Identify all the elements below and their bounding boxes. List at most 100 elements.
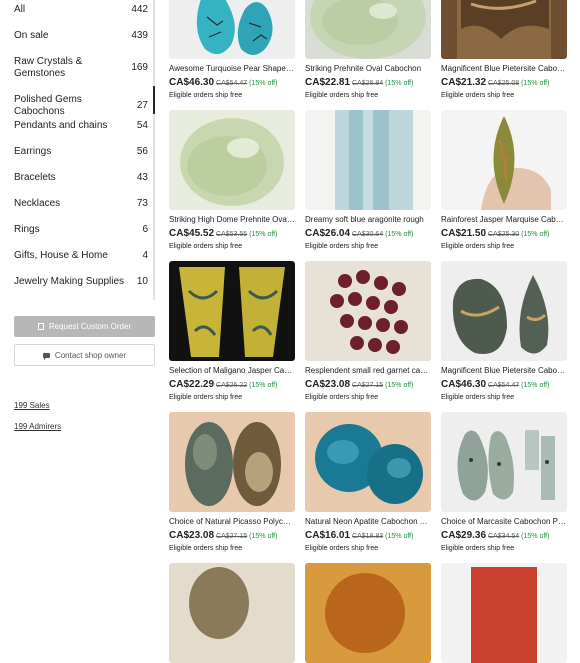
sidebar-item-count: 6 [142,224,148,235]
listing-title[interactable]: Rainforest Jasper Marquise Cabochon [441,215,567,225]
sidebar-item-count: 10 [136,276,148,287]
listing-title[interactable]: Choice of Marcasite Cabochon Pairs [441,517,567,527]
sidebar-item-count: 56 [136,146,148,157]
listing-image[interactable] [169,110,295,210]
sales-link[interactable]: 199 Sales [14,401,50,410]
request-custom-order-label: Request Custom Order [48,322,132,331]
listing-original-price: CA$26.22 [216,382,248,389]
listing-title[interactable]: Natural Neon Apatite Cabochon Pair [305,517,431,527]
admirers-link[interactable]: 199 Admirers [14,422,61,431]
listing-card[interactable]: Dreamy soft blue aragonite rough CA$26.0… [305,110,431,252]
listing-discount: (15% off) [521,533,550,540]
sidebar-item-all[interactable]: All 442 [14,4,148,16]
shop-sidebar: All 442 On sale 439 Raw Crystals & Gemst… [0,0,156,580]
sidebar-item-label: Polished Gems Cabochons [14,94,82,117]
listing-discount: (15% off) [249,533,278,540]
sidebar-divider [153,0,155,300]
listing-discount: (15% off) [249,382,278,389]
listing-price: CA$29.36 [441,530,487,541]
listing-title[interactable]: Striking High Dome Prehnite Oval Cabocho… [169,215,295,225]
listing-shipping-note: Eligible orders ship free [169,545,243,552]
listing-image[interactable] [169,261,295,361]
listing-price: CA$23.08 [169,530,215,541]
sidebar-item-label: All [14,4,26,15]
sidebar-item-rings[interactable]: Rings 6 [14,224,148,236]
listing-card[interactable]: Striking High Dome Prehnite Oval Cabocho… [169,110,295,252]
listing-price: CA$21.32 [441,77,487,88]
listing-image[interactable] [305,110,431,210]
sidebar-item-count: 439 [131,30,148,41]
sidebar-item-gifts-home[interactable]: Gifts, House & Home 4 [14,250,148,262]
listing-discount: (15% off) [521,80,550,87]
listing-shipping-note: Eligible orders ship free [441,545,515,552]
listing-price: CA$22.29 [169,379,215,390]
listing-card[interactable]: Choice of Natural Picasso Polychrome Jas… [169,412,295,554]
listing-card[interactable]: Natural Neon Apatite Cabochon Pair CA$16… [305,412,431,554]
sidebar-item-label: Rings [14,224,40,235]
listing-card[interactable]: Rainforest Jasper Marquise Cabochon CA$2… [441,110,567,252]
listing-shipping-note: Eligible orders ship free [305,545,379,552]
sidebar-item-earrings[interactable]: Earrings 56 [14,146,148,158]
listing-image[interactable] [441,0,567,59]
sidebar-item-raw-crystals[interactable]: Raw Crystals & Gemstones 169 [14,56,148,80]
listing-card[interactable]: Awesome Turquoise Pear Shaped Cabochon P… [169,0,295,101]
listing-shipping-note: Eligible orders ship free [169,394,243,401]
listing-shipping-note: Eligible orders ship free [169,243,243,250]
listing-image[interactable] [305,412,431,512]
request-custom-order-button[interactable]: Request Custom Order [14,316,155,337]
listing-card[interactable]: Magnificent Blue Pietersite Cabochon CA$… [441,0,567,101]
listing-card[interactable]: Resplendent small red garnet cabochons C… [305,261,431,403]
listing-original-price: CA$54.47 [488,382,520,389]
sidebar-item-count: 442 [131,4,148,15]
listing-original-price: CA$27.15 [352,382,384,389]
sidebar-item-label: Earrings [14,146,52,157]
listing-image[interactable] [169,0,295,59]
listing-original-price: CA$25.30 [488,231,520,238]
sidebar-item-label: Pendants and chains [14,120,108,131]
listing-discount: (15% off) [521,382,550,389]
listing-discount: (15% off) [385,533,414,540]
sidebar-item-count: 27 [136,100,148,111]
listing-price: CA$45.52 [169,228,215,239]
listing-card[interactable]: Choice of Marcasite Cabochon Pairs CA$29… [441,412,567,554]
listing-image[interactable] [441,110,567,210]
sidebar-item-pendants[interactable]: Pendants and chains 54 [14,120,148,132]
listing-title[interactable]: Selection of Maligano Jasper Cabochons [169,366,295,376]
listing-card[interactable] [169,563,295,663]
sidebar-item-on-sale[interactable]: On sale 439 [14,30,148,42]
listing-image[interactable] [169,563,295,663]
sidebar-item-jewelry-supplies[interactable]: Jewelry Making Supplies 10 [14,276,148,288]
contact-shop-owner-button[interactable]: Contact shop owner [14,344,155,366]
listing-title[interactable]: Awesome Turquoise Pear Shaped Cabochon P… [169,64,295,74]
listing-card[interactable] [441,563,567,663]
listing-price: CA$46.30 [169,77,215,88]
listing-title[interactable]: Striking Prehnite Oval Cabochon [305,64,431,74]
sidebar-item-count: 43 [136,172,148,183]
listing-image[interactable] [305,563,431,663]
sidebar-item-necklaces[interactable]: Necklaces 73 [14,198,148,210]
listing-title[interactable]: Resplendent small red garnet cabochons [305,366,431,376]
listing-image[interactable] [305,261,431,361]
listing-image[interactable] [441,412,567,512]
listing-title[interactable]: Choice of Natural Picasso Polychrome Jas… [169,517,295,527]
listing-title[interactable]: Magnificent Blue Pietersite Cabochon [441,64,567,74]
listing-image[interactable] [441,261,567,361]
listing-shipping-note: Eligible orders ship free [169,92,243,99]
sidebar-item-polished-gems[interactable]: Polished Gems Cabochons 27 [14,94,148,118]
listing-image[interactable] [305,0,431,59]
listing-image[interactable] [169,412,295,512]
sidebar-item-label: Jewelry Making Supplies [14,276,125,287]
listing-card[interactable] [305,563,431,663]
sidebar-item-bracelets[interactable]: Bracelets 43 [14,172,148,184]
listing-card[interactable]: Selection of Maligano Jasper Cabochons C… [169,261,295,403]
listing-card[interactable]: Striking Prehnite Oval Cabochon CA$22.81… [305,0,431,101]
listing-discount: (15% off) [521,231,550,238]
listing-price: CA$16.01 [305,530,351,541]
listing-original-price: CA$26.84 [352,80,384,87]
listing-shipping-note: Eligible orders ship free [441,92,515,99]
listing-title[interactable]: Magnificent Blue Pietersite Cabochon Pai… [441,366,567,376]
sidebar-item-label: Bracelets [14,172,56,183]
listing-card[interactable]: Magnificent Blue Pietersite Cabochon Pai… [441,261,567,403]
listing-image[interactable] [441,563,567,663]
listing-title[interactable]: Dreamy soft blue aragonite rough [305,215,431,225]
